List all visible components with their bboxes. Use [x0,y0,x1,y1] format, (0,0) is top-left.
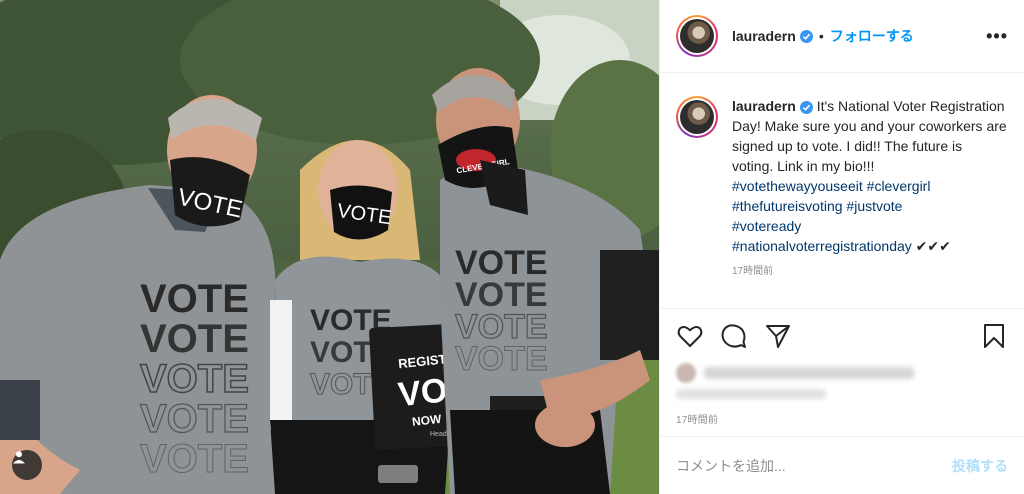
user-tag-icon [13,451,25,464]
caption-author-username[interactable]: lauradern [732,98,796,114]
share-button[interactable] [764,322,792,350]
shirt-text-left-2: VOTE [140,317,249,361]
hashtag[interactable]: #nationalvoterregistrationday [732,238,912,254]
shirt-text-left-3: VOTE [140,357,249,401]
author-username[interactable]: lauradern [732,28,796,44]
photo-illustration: VOTE VOTE VOTE VOTE VOTE VOTE VOTE VOTE … [0,0,659,494]
action-icons-row [676,321,1008,351]
caption-author-avatar[interactable] [676,96,718,138]
post-actions: 17時間前 [660,308,1024,438]
caption-suffix: ✔✔✔ [915,238,951,254]
comment-button[interactable] [720,322,748,350]
shirt-text-left-4: VOTE [140,397,249,441]
hashtag[interactable]: #thefutureisvoting [732,198,843,214]
shirt-text-left-5: VOTE [140,437,249,481]
header-separator: • [818,28,824,44]
hashtag[interactable]: #clevergirl [867,178,931,194]
shirt-text-right-4: VOTE [455,340,548,378]
author-avatar[interactable] [676,15,718,57]
caption-timestamp: 17時間前 [732,266,774,277]
bookmark-icon [984,324,1004,348]
hashtag[interactable]: #justvote [846,198,902,214]
post-photo[interactable]: VOTE VOTE VOTE VOTE VOTE VOTE VOTE VOTE … [0,0,659,494]
shirt-text-left-1: VOTE [140,277,249,321]
heart-icon [677,326,703,347]
likes-text [704,367,914,379]
like-button[interactable] [676,322,704,350]
hashtag[interactable]: #voteready [732,218,801,234]
user-tag-button[interactable] [12,450,42,480]
likes-text-line2 [676,389,826,399]
share-icon [766,325,790,348]
more-options-button[interactable]: ••• [986,26,1008,47]
add-comment-bar: コメントを追加... 投稿する [660,436,1024,494]
caption-section: lauradern It's National Voter Registrati… [660,74,1024,308]
comment-icon [721,324,746,348]
hashtag[interactable]: #votethewayyouseeit [732,178,863,194]
caption-verified-badge-icon [799,101,813,114]
comment-input[interactable]: コメントを追加... [676,456,786,476]
caption-text-block: lauradern It's National Voter Registrati… [732,96,1007,256]
post-timestamp: 17時間前 [676,415,719,426]
follow-button[interactable]: フォローする [830,26,914,46]
liker-avatar [676,363,696,383]
post-header: lauradern • フォローする ••• [660,0,1024,73]
post-side-panel: lauradern • フォローする ••• lauradern It's Na… [659,0,1024,494]
instagram-post-view: VOTE VOTE VOTE VOTE VOTE VOTE VOTE VOTE … [0,0,1024,494]
verified-badge-icon [799,29,813,43]
likes-summary-blurred [676,363,926,383]
caption: lauradern It's National Voter Registrati… [676,96,1008,256]
post-comment-button[interactable]: 投稿する [952,456,1008,476]
save-button[interactable] [980,322,1008,350]
